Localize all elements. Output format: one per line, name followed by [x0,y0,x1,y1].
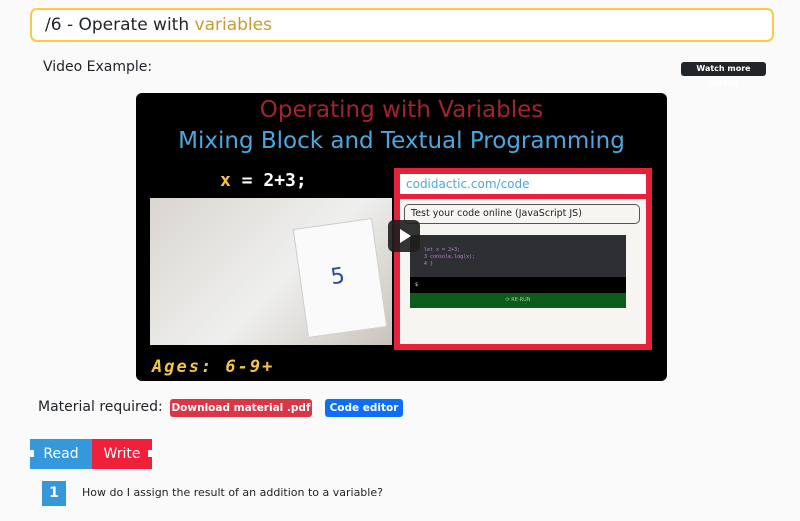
video-test-box: Test your code online (JavaScript JS) [404,204,640,224]
video-url: codidactic.com/code [400,174,646,194]
question-number: 1 [42,481,66,506]
tab-write[interactable]: Write [92,439,152,469]
title-highlight: variables [194,15,272,35]
lesson-title: /6 - Operate with variables [30,8,774,42]
video-photo: 5 [150,198,392,345]
code-line: let x = 2+3; [424,247,461,253]
video-player[interactable]: Operating with Variables Mixing Block an… [136,93,667,381]
tab-read-label: Read [43,446,79,462]
video-ages: Ages: 6-9+ [152,357,275,377]
code-line: 3 console.log(x); [424,254,476,260]
material-required-label: Material required: [38,399,163,415]
board-number: 5 [329,263,347,291]
tab-read[interactable]: Read [30,439,92,469]
video-editor-panel: Test your code online (JavaScript JS) le… [400,199,646,344]
video-terminal: $ [410,277,626,293]
whiteboard: 5 [292,217,388,339]
puzzle-notch [30,450,34,457]
download-material-button[interactable]: Download material .pdf [170,399,312,417]
play-icon[interactable] [388,220,420,252]
video-editor-frame: codidactic.com/code Test your code onlin… [394,168,652,350]
video-subtitle: Mixing Block and Textual Programming [178,128,625,154]
puzzle-notch [148,450,152,457]
video-title: Operating with Variables [259,97,544,123]
question-text: How do I assign the result of an additio… [82,486,383,499]
video-rerun-bar: ⟳ RE-RUN [410,293,626,308]
watch-more-videos-button[interactable]: Watch more videos [681,62,766,87]
code-rest: = 2+3; [230,170,307,191]
title-text: /6 - Operate with [45,15,195,35]
tab-write-label: Write [103,446,141,462]
video-example-label: Video Example: [43,59,153,75]
video-code-line: x = 2+3; [220,170,307,191]
code-var: x [220,170,231,191]
code-line: 4 } [424,261,434,267]
code-editor-button[interactable]: Code editor [325,399,403,417]
